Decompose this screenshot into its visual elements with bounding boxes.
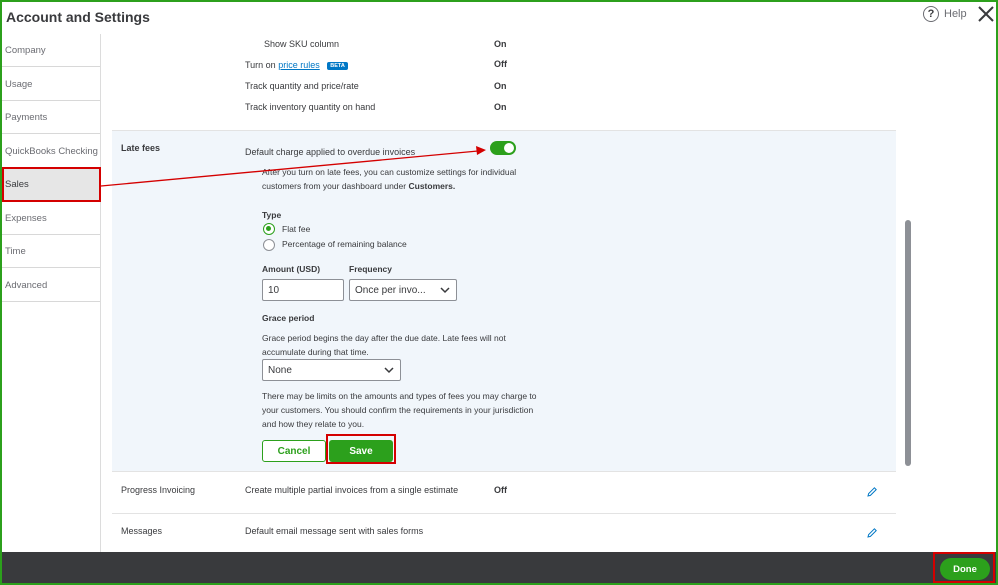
- amount-label: Amount (USD): [262, 264, 321, 274]
- type-option-flat-fee-label: Flat fee: [282, 224, 311, 234]
- late-fees-info-customers: Customers.: [408, 181, 456, 191]
- sidebar-item-advanced[interactable]: Advanced: [2, 269, 100, 302]
- disclaimer-line-2: your customers. You should confirm the r…: [262, 405, 534, 415]
- price-rules-link[interactable]: price rules: [278, 60, 320, 70]
- content-scrollbar[interactable]: [905, 220, 911, 466]
- late-fees-info-line-1: After you turn on late fees, you can cus…: [262, 167, 517, 177]
- late-fees-info-line-2: customers from your dashboard under Cust…: [262, 179, 516, 193]
- sidebar-item-label: QuickBooks Checking: [5, 145, 98, 157]
- late-fees-toggle[interactable]: [490, 141, 516, 155]
- type-radio-percentage[interactable]: [263, 239, 275, 251]
- sidebar-item-label: Payments: [5, 111, 48, 123]
- frequency-label: Frequency: [349, 264, 392, 274]
- messages-description: Default email message sent with sales fo…: [245, 526, 424, 536]
- sidebar-item-time[interactable]: Time: [2, 235, 100, 268]
- price-rules-prefix: Turn on: [245, 60, 276, 70]
- late-fees-panel: Late fees Default charge applied to over…: [112, 130, 896, 472]
- grace-period-label: Grace period: [262, 313, 315, 323]
- section-divider: [112, 513, 896, 514]
- pencil-icon[interactable]: [866, 486, 878, 498]
- progress-invoicing-value: Off: [494, 485, 507, 495]
- chevron-down-icon: [384, 367, 394, 374]
- progress-invoicing-description: Create multiple partial invoices from a …: [245, 485, 459, 495]
- setting-value-track-quantity: On: [494, 81, 507, 91]
- disclaimer-line-1: There may be limits on the amounts and t…: [262, 391, 537, 401]
- setting-value-track-inventory: On: [494, 102, 507, 112]
- close-icon[interactable]: [976, 4, 996, 24]
- beta-badge: BETA: [327, 61, 348, 70]
- help-button[interactable]: ? Help: [923, 5, 967, 23]
- setting-label-price-rules: Turn on price rules BETA: [245, 60, 348, 70]
- sidebar-item-sales[interactable]: Sales: [2, 168, 100, 201]
- type-label: Type: [262, 210, 282, 220]
- grace-period-info-line-2: accumulate during that time.: [262, 347, 369, 357]
- pencil-icon[interactable]: [866, 527, 878, 539]
- late-fees-disclaimer: There may be limits on the amounts and t…: [262, 389, 537, 431]
- setting-label-show-sku: Show SKU column: [264, 39, 340, 49]
- sidebar-item-payments[interactable]: Payments: [2, 101, 100, 134]
- late-fees-section-label: Late fees: [121, 143, 161, 153]
- sidebar-item-label: Company: [5, 44, 46, 56]
- disclaimer-line-3: and how they relate to you.: [262, 419, 365, 429]
- sidebar-item-label: Time: [5, 245, 26, 257]
- grace-period-info-line-1: Grace period begins the day after the du…: [262, 333, 506, 343]
- sidebar-item-company[interactable]: Company: [2, 34, 100, 67]
- sidebar-item-usage[interactable]: Usage: [2, 68, 100, 101]
- late-fees-toggle-label: Default charge applied to overdue invoic…: [245, 147, 416, 157]
- frequency-selected-value: Once per invo...: [355, 284, 426, 296]
- setting-value-price-rules: Off: [494, 59, 507, 69]
- sidebar-item-expenses[interactable]: Expenses: [2, 202, 100, 235]
- grace-period-select[interactable]: None: [262, 359, 401, 381]
- late-fees-info-prefix: customers from your dashboard under: [262, 181, 407, 191]
- done-button[interactable]: Done: [940, 558, 990, 580]
- footer-bar: [2, 552, 996, 583]
- late-fees-info: After you turn on late fees, you can cus…: [262, 165, 516, 193]
- sidebar-item-label: Sales: [5, 178, 29, 190]
- sidebar-item-label: Expenses: [5, 212, 47, 224]
- type-radio-flat-fee[interactable]: [263, 223, 275, 235]
- setting-label-track-inventory: Track inventory quantity on hand: [245, 102, 376, 112]
- sidebar-item-quickbooks-checking[interactable]: QuickBooks Checking: [2, 135, 100, 168]
- help-icon: ?: [923, 6, 939, 22]
- sidebar-item-label: Usage: [5, 78, 33, 90]
- setting-label-track-quantity: Track quantity and price/rate: [245, 81, 359, 91]
- setting-value-show-sku: On: [494, 39, 507, 49]
- grace-period-selected-value: None: [268, 364, 292, 376]
- save-button[interactable]: Save: [329, 440, 393, 462]
- help-label: Help: [944, 8, 967, 20]
- settings-sidebar: Company Usage Payments QuickBooks Checki…: [2, 34, 101, 552]
- progress-invoicing-label: Progress Invoicing: [121, 485, 196, 495]
- frequency-select[interactable]: Once per invo...: [349, 279, 457, 301]
- grace-period-info: Grace period begins the day after the du…: [262, 331, 506, 359]
- sidebar-item-label: Advanced: [5, 279, 48, 291]
- messages-label: Messages: [121, 526, 163, 536]
- settings-content: Show SKU column On Turn on price rules B…: [112, 34, 896, 552]
- amount-input[interactable]: 10: [262, 279, 344, 301]
- chevron-down-icon: [440, 287, 450, 294]
- type-option-percentage-label: Percentage of remaining balance: [282, 239, 407, 249]
- cancel-button[interactable]: Cancel: [262, 440, 326, 462]
- page-title: Account and Settings: [6, 9, 150, 25]
